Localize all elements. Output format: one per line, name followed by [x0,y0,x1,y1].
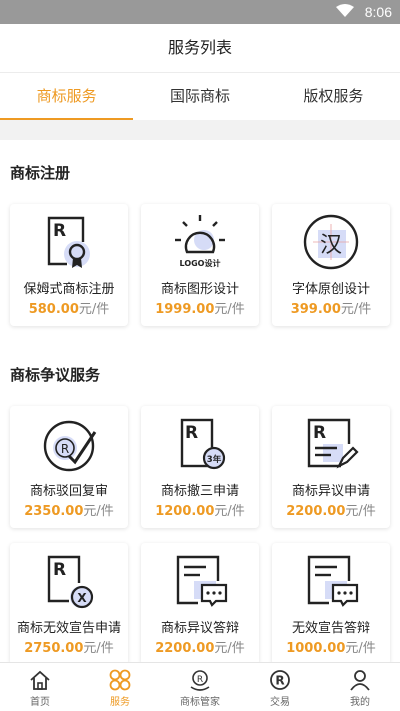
trademark-edit-icon: R [307,418,359,469]
service-card[interactable]: R 商标异议申请 2200.00元/件 [272,406,390,528]
service-price: 580.00元/件 [28,302,110,317]
svg-text:R: R [53,560,66,580]
nav-label: 交易 [270,697,290,708]
service-card[interactable]: R 3年 商标撤三申请 1200.00元/件 [141,406,259,528]
service-name: 商标驳回复审 [29,484,108,499]
nav-label: 我的 [350,697,370,708]
status-bar: 8:06 [0,0,400,24]
service-price: 399.00元/件 [290,302,372,317]
service-name: 商标异议申请 [291,484,370,499]
service-name: 商标撤三申请 [160,484,239,499]
doc-comment-icon [307,555,359,607]
svg-text:LOGO设计: LOGO设计 [180,258,221,268]
tab-bar: 商标服务 国际商标 版权服务 [0,72,400,120]
nav-trademark-manager[interactable]: R 商标管家 [160,663,240,711]
svg-text:R: R [61,442,69,456]
wifi-icon [336,4,354,17]
service-card[interactable]: R X 商标无效宣告申请 2750.00元/件 [10,543,128,662]
service-card[interactable]: 商标异议答辩 2200.00元/件 [141,543,259,662]
service-price: 1200.00元/件 [155,504,245,519]
service-card[interactable]: R 保姆式商标注册 580.00元/件 [10,204,128,326]
svg-text:R: R [53,221,66,241]
service-name: 商标图形设计 [160,282,239,297]
service-price: 2350.00元/件 [24,504,114,519]
svg-text:X: X [77,591,87,605]
tab-international-trademark[interactable]: 国际商标 [133,73,266,120]
service-name: 商标异议答辩 [160,621,239,636]
service-card[interactable]: LOGO设计 商标图形设计 1999.00元/件 [141,204,259,326]
logo-design-icon: LOGO设计 [175,215,225,268]
home-icon [30,670,50,690]
trademark-invalid-icon: R X [47,555,94,609]
trademark-3year-icon: R 3年 [180,418,226,470]
service-price: 2200.00元/件 [155,641,245,656]
trade-icon: R [270,670,290,690]
nav-home[interactable]: 首页 [0,663,80,711]
services-icon [109,669,131,691]
profile-icon [350,670,370,691]
tab-copyright-services[interactable]: 版权服务 [267,73,400,120]
service-price: 2200.00元/件 [286,504,376,519]
trademark-manager-icon: R [190,670,210,691]
service-price: 1000.00元/件 [286,641,376,656]
svg-text:R: R [275,674,284,688]
svg-text:3年: 3年 [207,454,222,465]
bottom-nav: 首页 服务 R 商标管家 R 交易 我的 [0,662,400,711]
doc-comment-icon [176,555,228,607]
svg-text:R: R [313,423,326,443]
nav-label: 服务 [110,697,130,708]
service-card[interactable]: 无效宣告答辩 1000.00元/件 [272,543,390,662]
section-title-registration: 商标注册 [10,164,71,182]
service-price: 2750.00元/件 [24,641,114,656]
service-name: 保姆式商标注册 [23,282,115,297]
nav-label: 商标管家 [180,697,220,708]
nav-label: 首页 [30,697,50,708]
service-card[interactable]: 汉 字体原创设计 399.00元/件 [272,204,390,326]
page-title: 服务列表 [0,24,400,72]
trademark-doc-badge-icon: R [47,216,90,268]
section-title-disputes: 商标争议服务 [10,366,101,384]
tab-trademark-services[interactable]: 商标服务 [0,73,134,120]
svg-text:R: R [197,675,203,685]
font-design-icon: 汉 [303,214,359,270]
service-card[interactable]: R 商标驳回复审 2350.00元/件 [10,406,128,528]
status-time: 8:06 [364,4,392,20]
registered-check-icon: R [43,420,97,472]
nav-services[interactable]: 服务 [80,663,160,711]
service-price: 1999.00元/件 [155,302,245,317]
nav-profile[interactable]: 我的 [320,663,400,711]
service-name: 无效宣告答辩 [291,621,370,636]
svg-text:汉: 汉 [320,233,342,258]
svg-text:R: R [185,423,198,443]
nav-trade[interactable]: R 交易 [240,663,320,711]
service-name: 字体原创设计 [291,282,370,297]
service-list: 商标注册 R 保姆式商标注册 580.00元/件 LOGO设计 商标图形设计 1… [0,140,400,662]
service-name: 商标无效宣告申请 [16,621,121,636]
